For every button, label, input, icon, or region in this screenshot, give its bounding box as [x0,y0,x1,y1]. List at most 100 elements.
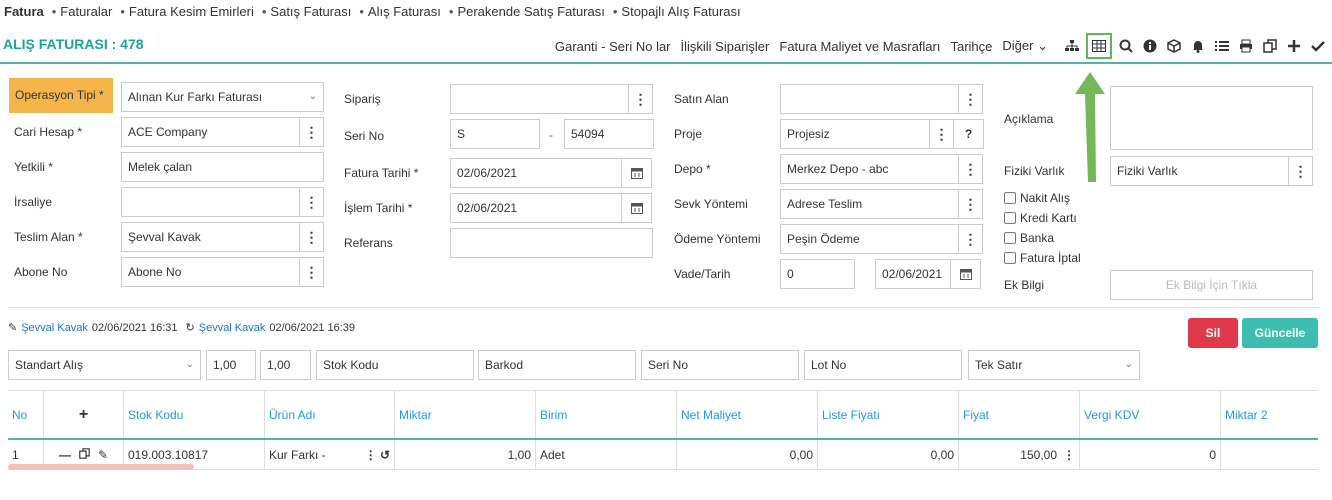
fatura-iptal-checkbox[interactable]: Fatura İptal [1004,251,1081,265]
sevk-yontemi-input[interactable]: Adrese Teslim [780,189,959,219]
col-birim[interactable]: Birim [536,391,677,438]
copy-icon[interactable] [79,447,90,462]
breadcrumb-satis[interactable]: Satış Faturası [270,4,351,19]
delete-button[interactable]: Sil [1188,318,1238,348]
table-icon[interactable] [1086,33,1112,59]
breadcrumb-alis[interactable]: Alış Faturası [368,4,441,19]
satin-alan-menu-icon[interactable]: ⋮ [959,84,983,114]
fiziki-varlik-input[interactable]: Fiziki Varlık [1110,156,1289,186]
stok-kodu-input[interactable]: Stok Kodu [316,350,474,380]
edit-icon[interactable]: ✎ [98,448,108,462]
col-miktar-2[interactable]: Miktar 2 [1221,391,1318,438]
yetkili-input[interactable]: Melek çalan [121,152,324,182]
referans-input[interactable] [450,228,653,258]
col-miktar[interactable]: Miktar [395,391,536,438]
bell-icon[interactable] [1188,36,1208,56]
depo-menu-icon[interactable]: ⋮ [959,154,983,184]
proje-input[interactable]: Projesiz [780,119,930,149]
updated-user-link[interactable]: Şevval Kavak [199,322,266,334]
teslim-alan-menu-icon[interactable]: ⋮ [300,222,324,252]
proje-menu-icon[interactable]: ⋮ [930,119,954,149]
siparis-menu-icon[interactable]: ⋮ [629,84,653,114]
breadcrumb-perakende[interactable]: Perakende Satış Faturası [457,4,604,19]
horizontal-scrollbar[interactable] [8,464,194,470]
diger-dropdown[interactable]: Diğer ⌄ [1002,38,1048,54]
fiziki-varlik-menu-icon[interactable]: ⋮ [1289,156,1313,186]
cari-hesap-input[interactable]: ACE Company [121,117,300,147]
calendar-icon[interactable] [622,193,652,223]
seri-number-input[interactable]: 54094 [564,119,654,149]
sevk-yontemi-menu-icon[interactable]: ⋮ [959,189,983,219]
abone-no-menu-icon[interactable]: ⋮ [300,257,324,287]
iliskili-siparisler-link[interactable]: İlişkili Siparişler [681,39,770,54]
cube-icon[interactable] [1164,36,1184,56]
satin-alan-input[interactable] [780,84,959,114]
minus-icon[interactable]: — [59,448,71,462]
odeme-yontemi-menu-icon[interactable]: ⋮ [959,224,983,254]
barkod-input[interactable]: Barkod [478,350,636,380]
vade-date-input[interactable]: 02/06/2021 [875,259,951,289]
teslim-alan-input[interactable]: Şevval Kavak [121,222,300,252]
entry-mode-select[interactable]: Tek Satır ⌄ [968,350,1140,380]
breadcrumb-fatura[interactable]: Fatura [4,4,44,19]
table-row[interactable]: 1 — ✎ 019.003.10817 Kur Farkı - ⋮ ↺ 1,00… [8,440,1318,470]
seri-no-input[interactable]: Seri No [641,350,799,380]
fiyat-menu-icon[interactable]: ⋮ [1063,448,1075,462]
check-icon[interactable] [1308,36,1328,56]
info-icon[interactable] [1140,36,1160,56]
search-icon[interactable] [1116,36,1136,56]
banka-checkbox[interactable]: Banka [1004,231,1054,245]
irsaliye-menu-icon[interactable]: ⋮ [300,187,324,217]
fatura-tarihi-input[interactable]: 02/06/2021 [450,158,622,188]
col-vergi-kdv[interactable]: Vergi KDV [1080,391,1221,438]
update-button[interactable]: Güncelle [1242,318,1318,348]
help-icon[interactable]: ? [954,119,984,149]
print-icon[interactable] [1236,36,1256,56]
depo-input[interactable]: Merkez Depo - abc [780,154,959,184]
col-stok-kodu[interactable]: Stok Kodu [124,391,265,438]
row-fiyat[interactable]: 150,00 ⋮ [959,440,1080,469]
row-miktar-2[interactable] [1221,440,1318,469]
siparis-input[interactable] [450,84,629,114]
irsaliye-input[interactable] [121,187,300,217]
created-user-link[interactable]: Şevval Kavak [21,322,88,334]
calendar-icon[interactable] [622,158,652,188]
tarihce-link[interactable]: Tarihçe [950,39,992,54]
add-row-icon[interactable]: + [44,391,124,438]
row-urun-adi[interactable]: Kur Farkı - ⋮ ↺ [265,440,395,469]
col-fiyat[interactable]: Fiyat [959,391,1080,438]
operasyon-tipi-select[interactable]: Alınan Kur Farkı Faturası ⌄ [121,82,324,112]
islem-tarihi-input[interactable]: 02/06/2021 [450,193,622,223]
col-liste-fiyati[interactable]: Liste Fiyatı [818,391,959,438]
cari-hesap-menu-icon[interactable]: ⋮ [300,117,324,147]
line-qty-input[interactable]: 1,00 [206,350,256,380]
line-type-select[interactable]: Standart Alış ⌄ [8,350,201,380]
col-urun-adi[interactable]: Ürün Adı [265,391,395,438]
calendar-icon[interactable] [951,259,981,289]
list-icon[interactable] [1212,36,1232,56]
seri-input[interactable]: S [450,119,540,149]
col-net-maliyet[interactable]: Net Maliyet [677,391,818,438]
breadcrumb-stopajli[interactable]: Stopajlı Alış Faturası [621,4,740,19]
aciklama-textarea[interactable] [1110,86,1313,150]
plus-icon[interactable] [1284,36,1304,56]
row-birim[interactable]: Adet [536,440,677,469]
fatura-maliyet-link[interactable]: Fatura Maliyet ve Masrafları [779,39,940,54]
copy-icon[interactable] [1260,36,1280,56]
breadcrumb-faturalar[interactable]: Faturalar [60,4,112,19]
garanti-link[interactable]: Garanti - Seri No lar [555,39,671,54]
breadcrumb-fatura-kesim[interactable]: Fatura Kesim Emirleri [129,4,254,19]
urun-menu-icon[interactable]: ⋮ ↺ [365,448,390,462]
row-miktar[interactable]: 1,00 [395,440,536,469]
row-vergi-kdv[interactable]: 0 [1080,440,1221,469]
line-rate-input[interactable]: 1,00 [260,350,311,380]
abone-no-input[interactable]: Abone No [121,257,300,287]
lot-no-input[interactable]: Lot No [804,350,962,380]
odeme-yontemi-input[interactable]: Peşin Ödeme [780,224,959,254]
vade-input[interactable]: 0 [780,259,855,289]
col-no[interactable]: No [8,391,44,438]
kredi-karti-checkbox[interactable]: Kredi Kartı [1004,211,1077,225]
nakit-alis-checkbox[interactable]: Nakit Alış [1004,191,1070,205]
sitemap-icon[interactable] [1062,36,1082,56]
ek-bilgi-button[interactable]: Ek Bilgi İçin Tıkla [1110,270,1313,300]
